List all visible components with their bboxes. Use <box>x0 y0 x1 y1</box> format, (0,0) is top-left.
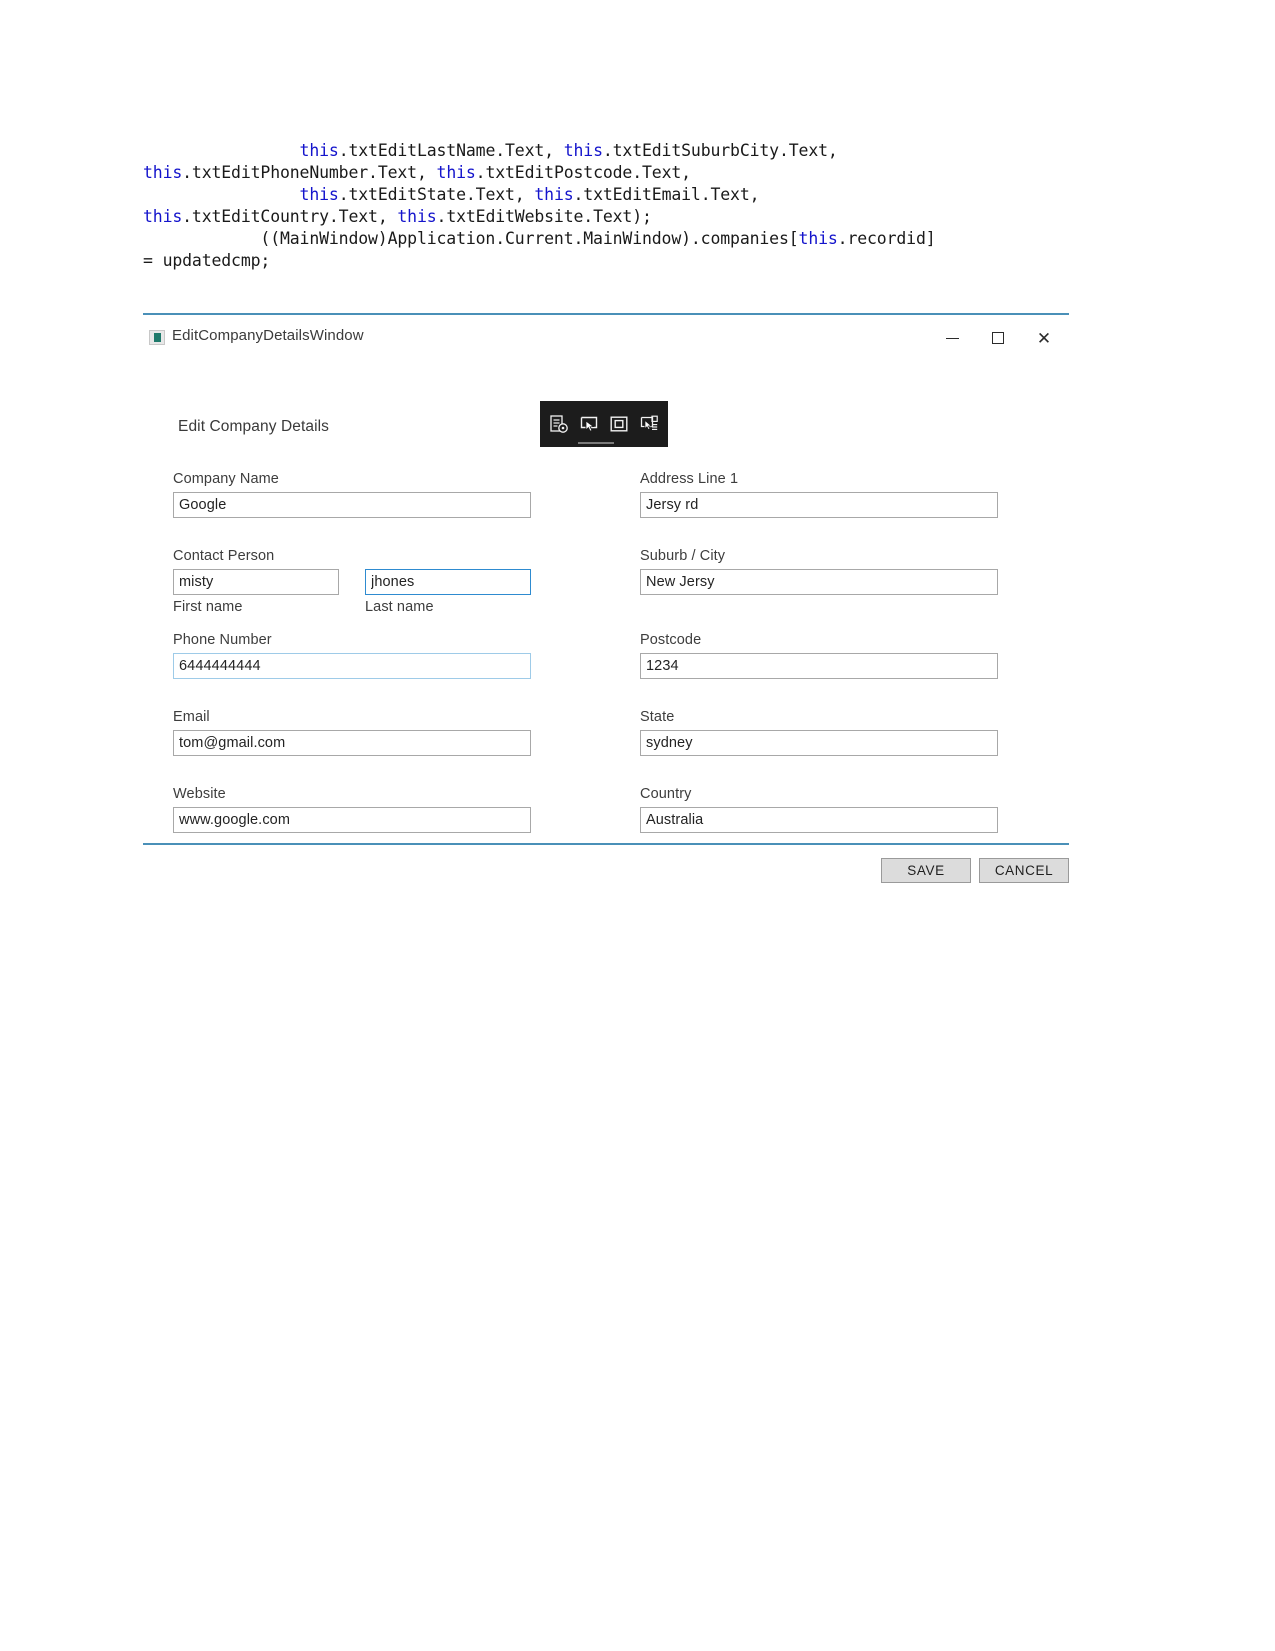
field-state: State <box>640 709 998 756</box>
website-label: Website <box>173 786 226 802</box>
field-company-name: Company Name <box>173 471 531 518</box>
field-email: Email <box>173 709 531 756</box>
company-name-label: Company Name <box>173 471 279 487</box>
field-phone-number: Phone Number <box>173 632 531 679</box>
phone-number-label: Phone Number <box>173 632 272 648</box>
field-contact-person: Contact Person First name Last name <box>173 548 531 615</box>
close-icon: ✕ <box>1036 328 1052 348</box>
address-line-1-input[interactable] <box>640 492 998 518</box>
cancel-button[interactable]: CANCEL <box>979 858 1069 883</box>
company-name-input[interactable] <box>173 492 531 518</box>
form-action-buttons: SAVE CANCEL <box>881 858 1069 883</box>
window-title: EditCompanyDetailsWindow <box>172 327 364 344</box>
postcode-input[interactable] <box>640 653 998 679</box>
state-label: State <box>640 709 675 725</box>
minimize-button[interactable] <box>929 318 975 358</box>
field-website: Website <box>173 786 531 833</box>
window-title-bar: EditCompanyDetailsWindow ✕ <box>143 315 1069 361</box>
toolbar-drag-handle[interactable] <box>578 442 614 444</box>
layout-frame-icon[interactable] <box>606 411 632 437</box>
state-input[interactable] <box>640 730 998 756</box>
window-bottom-rule <box>143 843 1069 845</box>
email-input[interactable] <box>173 730 531 756</box>
xaml-designer-toolbar <box>540 401 668 447</box>
maximize-icon <box>992 332 1004 344</box>
first-name-sublabel: First name <box>173 599 243 615</box>
email-label: Email <box>173 709 210 725</box>
address-line-1-label: Address Line 1 <box>640 471 739 487</box>
element-properties-icon[interactable] <box>546 411 572 437</box>
go-to-live-visual-tree-icon[interactable] <box>636 411 662 437</box>
postcode-label: Postcode <box>640 632 702 648</box>
maximize-button[interactable] <box>975 318 1021 358</box>
country-input[interactable] <box>640 807 998 833</box>
save-button[interactable]: SAVE <box>881 858 971 883</box>
app-window-icon <box>149 330 165 345</box>
edit-company-details-window: EditCompanyDetailsWindow ✕ Edit Company … <box>143 313 1069 883</box>
window-controls: ✕ <box>929 315 1067 361</box>
website-input[interactable] <box>173 807 531 833</box>
field-suburb-city: Suburb / City <box>640 548 998 595</box>
phone-number-input[interactable] <box>173 653 531 679</box>
field-address-line-1: Address Line 1 <box>640 471 998 518</box>
page-title: Edit Company Details <box>178 418 330 435</box>
suburb-city-label: Suburb / City <box>640 548 726 564</box>
window-content: Edit Company Details Company Name Google… <box>143 361 1069 883</box>
suburb-city-input[interactable] <box>640 569 998 595</box>
field-country: Country <box>640 786 998 833</box>
country-label: Country <box>640 786 692 802</box>
contact-person-label: Contact Person <box>173 548 275 564</box>
last-name-input[interactable] <box>365 569 531 595</box>
minimize-icon <box>945 337 959 339</box>
last-name-sublabel: Last name <box>365 599 434 615</box>
close-button[interactable]: ✕ <box>1021 318 1067 358</box>
select-element-icon[interactable] <box>576 411 602 437</box>
first-name-input[interactable] <box>173 569 339 595</box>
code-snippet: this.txtEditLastName.Text, this.txtEditS… <box>143 141 936 271</box>
field-postcode: Postcode <box>640 632 998 679</box>
